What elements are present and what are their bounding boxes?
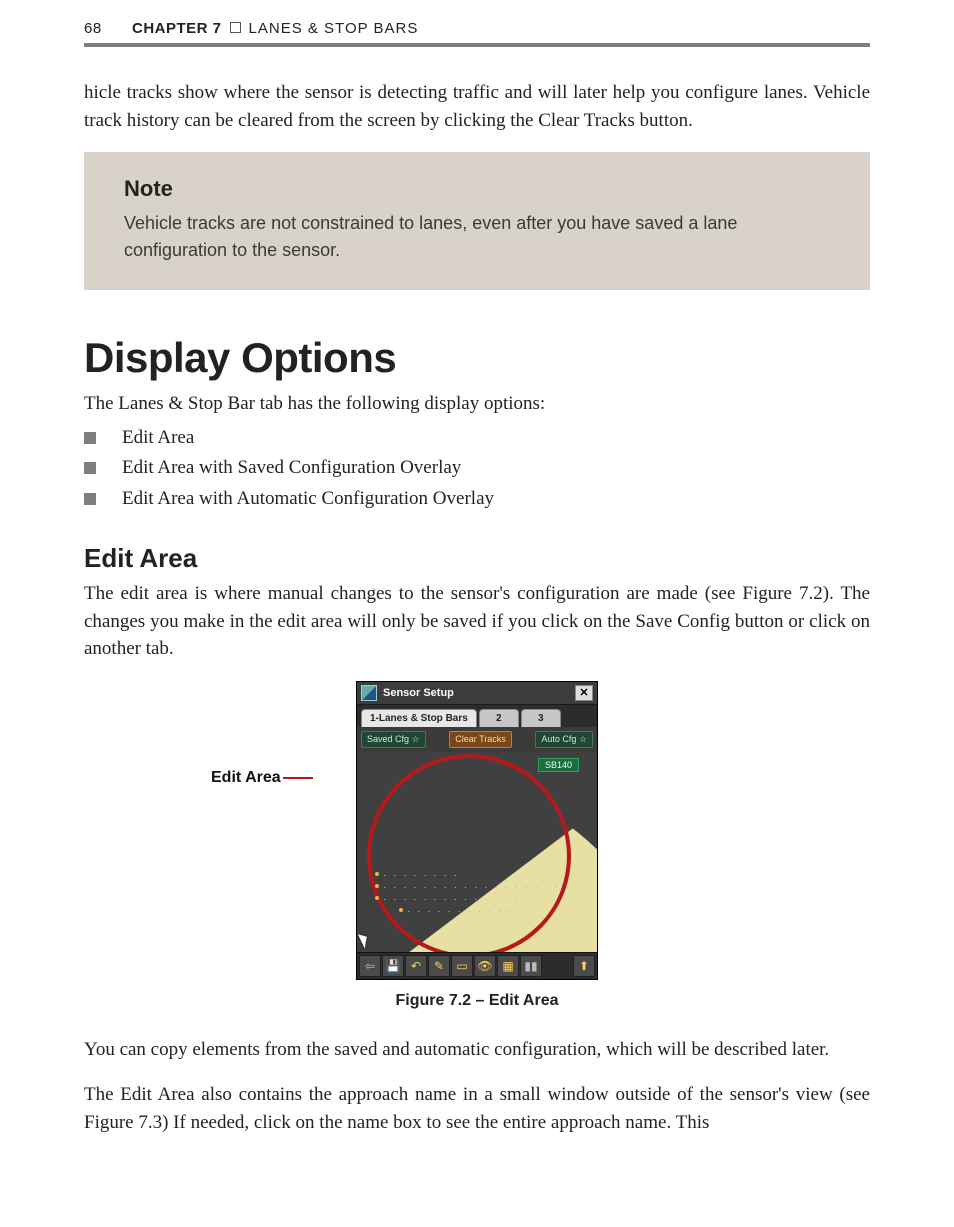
undo-icon[interactable]: ↶ [405,955,427,977]
approach-name-badge[interactable]: SB140 [538,758,579,772]
chip-row: Saved Cfg ☆ Clear Tracks Auto Cfg ☆ [357,727,597,752]
note-title: Note [124,176,830,202]
grid-icon[interactable]: ▦ [497,955,519,977]
after-paragraph-1: You can copy elements from the saved and… [84,1036,870,1064]
figure-caption: Figure 7.2 – Edit Area [84,992,870,1010]
cursor-icon [358,931,371,948]
subsection-heading: Edit Area [84,543,870,574]
saved-cfg-button[interactable]: Saved Cfg ☆ [361,731,426,748]
chapter-label: CHAPTER 7 [132,20,222,37]
section-intro: The Lanes & Stop Bar tab has the followi… [84,390,870,418]
window-titlebar: Sensor Setup ✕ [357,682,597,705]
bullet-list: Edit Area Edit Area with Saved Configura… [84,424,870,514]
edit-area-canvas[interactable]: SB140 · · · · · · · · · · · · · · · · · … [357,752,597,952]
tab-row: 1-Lanes & Stop Bars 2 3 [357,705,597,727]
subsection-paragraph: The edit area is where manual changes to… [84,580,870,663]
pause-icon[interactable]: ▮▮ [520,955,542,977]
chapter-title: LANES & STOP BARS [249,20,419,37]
rect-icon[interactable]: ▭ [451,955,473,977]
tab-lanes[interactable]: 1-Lanes & Stop Bars [361,709,477,727]
sensor-setup-window: Sensor Setup ✕ 1-Lanes & Stop Bars 2 3 S… [356,681,598,980]
close-icon[interactable]: ✕ [575,685,593,701]
page-number: 68 [84,20,132,37]
auto-cfg-button[interactable]: Auto Cfg ☆ [535,731,593,748]
section-heading: Display Options [84,334,870,382]
edit-icon[interactable]: ✎ [428,955,450,977]
figure-pointer-label: Edit Area [211,769,281,787]
note-box: Note Vehicle tracks are not constrained … [84,152,870,290]
header-square-icon [230,22,241,33]
view-icon[interactable]: 👁 [474,955,496,977]
tab-2[interactable]: 2 [479,709,519,727]
bottom-toolbar: ⇦ 💾 ↶ ✎ ▭ 👁 ▦ ▮▮ ⬆ [357,952,597,979]
list-item: Edit Area [84,424,870,453]
clear-tracks-button[interactable]: Clear Tracks [449,731,512,748]
app-logo-icon [361,685,377,701]
list-item: Edit Area with Saved Configuration Overl… [84,454,870,483]
page-header: 68 CHAPTER 7 LANES & STOP BARS [84,20,870,47]
tab-3[interactable]: 3 [521,709,561,727]
intro-paragraph: hicle tracks show where the sensor is de… [84,79,870,134]
back-icon[interactable]: ⇦ [359,955,381,977]
collapse-icon[interactable]: ⬆ [573,955,595,977]
list-item: Edit Area with Automatic Configuration O… [84,485,870,514]
window-title: Sensor Setup [383,687,454,699]
note-text: Vehicle tracks are not constrained to la… [124,210,830,264]
figure-pointer-line [283,777,313,779]
vehicle-tracks: · · · · · · · · · · · · · · · · · · · · … [375,870,577,928]
save-icon[interactable]: 💾 [382,955,404,977]
after-paragraph-2: The Edit Area also contains the approach… [84,1081,870,1136]
figure: Edit Area Sensor Setup ✕ 1-Lanes & Stop … [297,681,657,980]
